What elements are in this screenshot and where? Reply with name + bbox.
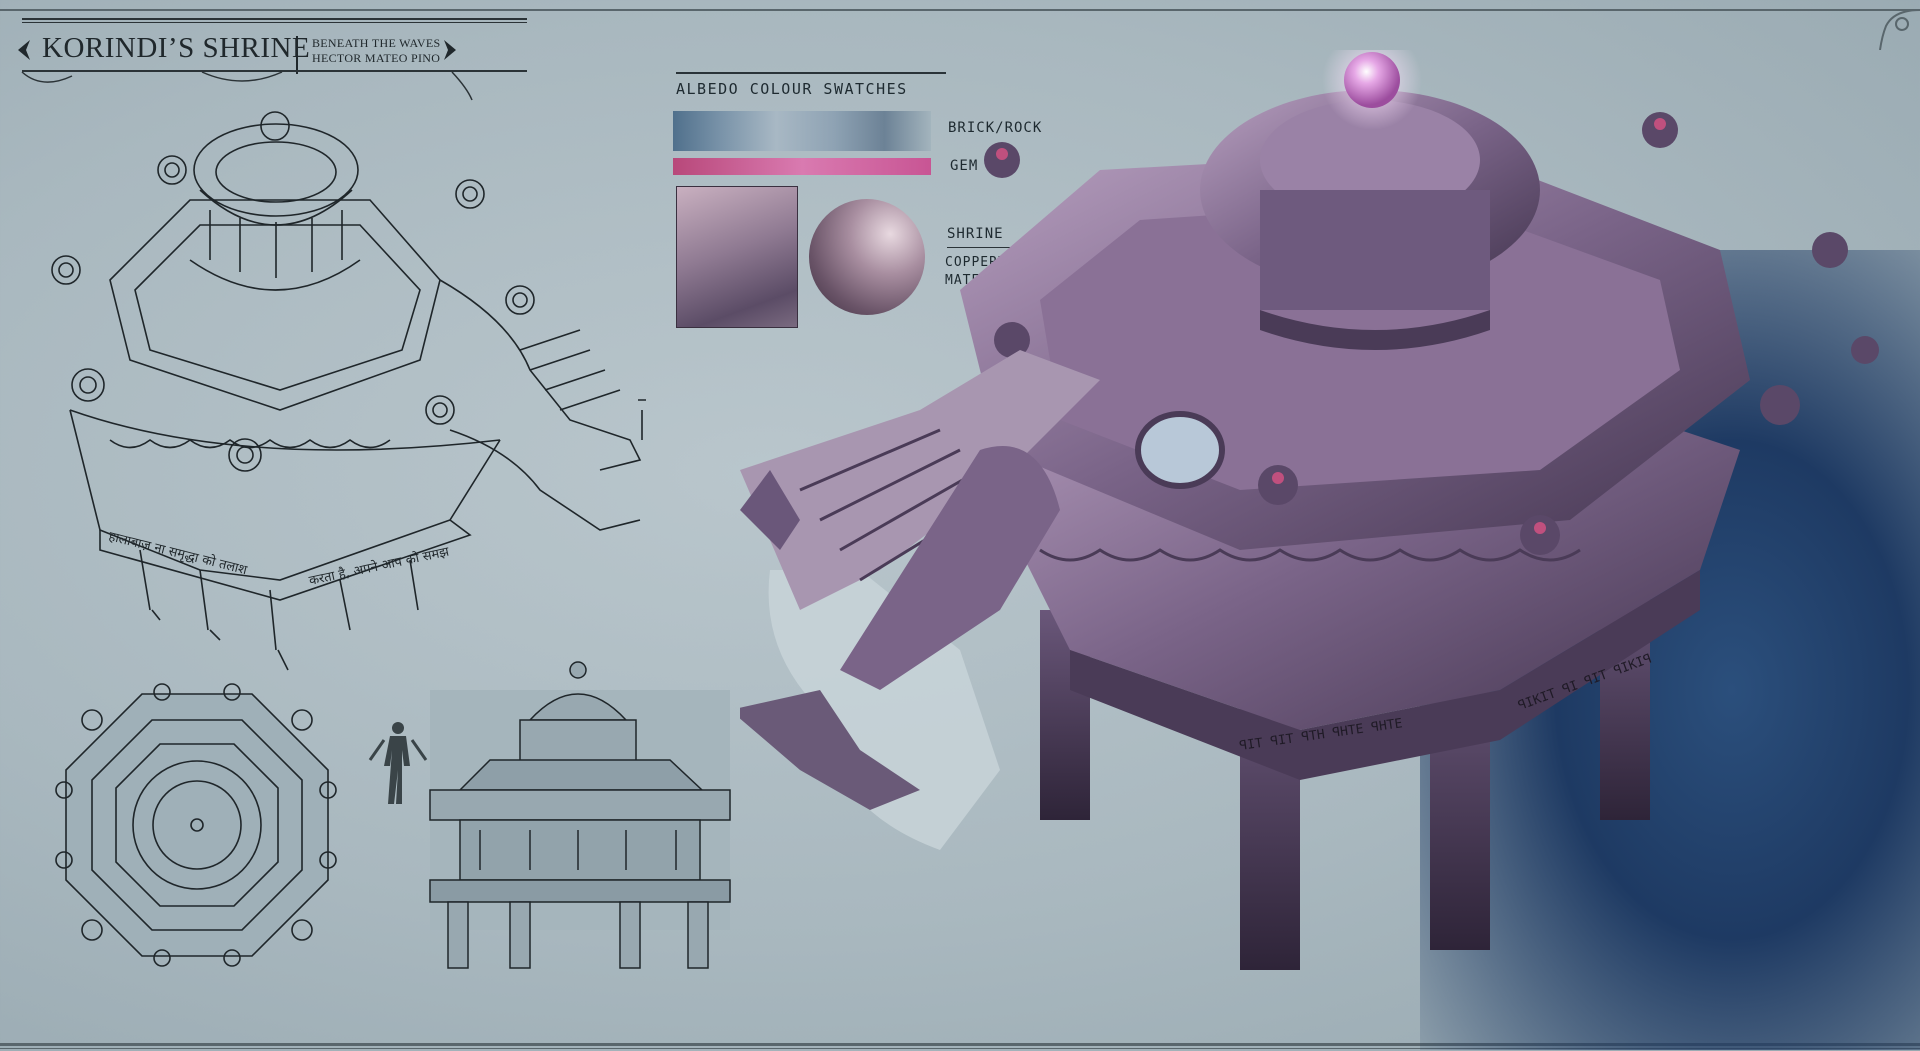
human-scale-figure	[368, 722, 428, 804]
title-rule-top	[22, 18, 527, 20]
title-separator	[296, 36, 298, 74]
subtitle-project: BENEATH THE WAVES	[312, 36, 441, 50]
shrine-painted-render: ꟼIT ꟼIT ꟼTH ꟼHTE ꟼHTE ꟼIKIT ꟼI ꟼIT ꟼIKIꟼ	[740, 50, 1879, 970]
sketch-banner-right: करता है, अपने आप को समझ	[308, 543, 452, 589]
title-ornament-flourish	[21, 71, 473, 101]
subtitle-artist: HECTOR MATEO PINO	[312, 51, 441, 65]
ornament-arrow-left-icon	[18, 40, 30, 60]
shrine-perspective-sketch: हालाबाज़ ना समृद्धा को तलाश करता है, अपन…	[51, 111, 646, 671]
title-block: KORINDI’S SHRINE BENEATH THE WAVES HECTO…	[12, 14, 527, 104]
page-title: KORINDI’S SHRINE	[42, 32, 311, 64]
title-subtitle: BENEATH THE WAVES HECTOR MATEO PINO	[312, 36, 440, 66]
shrine-elevation-view	[429, 661, 731, 969]
title-rule-top-thin	[22, 22, 527, 23]
corner-ornament-icon	[1879, 9, 1920, 50]
ornament-arrow-right-icon	[444, 40, 456, 60]
frame-top-line	[0, 9, 1920, 11]
shrine-plan-view	[55, 683, 337, 967]
